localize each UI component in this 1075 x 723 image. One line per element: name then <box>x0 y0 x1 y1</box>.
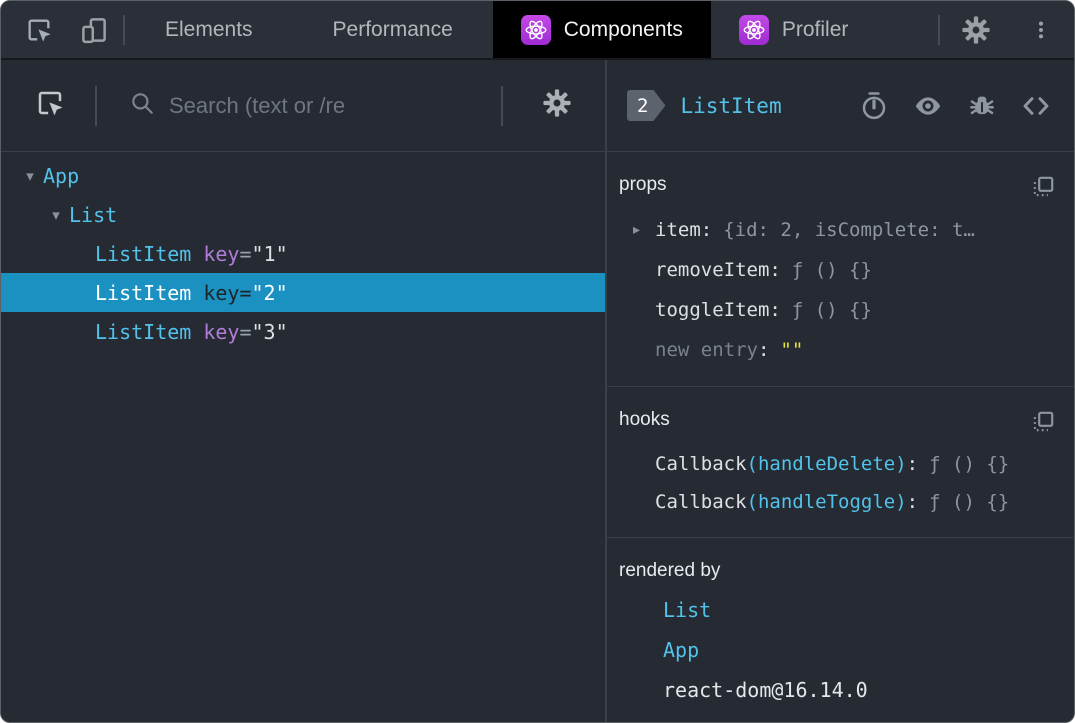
component-name: ListItem <box>95 280 192 305</box>
hooks-section: hooks Callback (handleDelete): ƒ () {} C… <box>607 387 1074 538</box>
inspect-element-icon[interactable] <box>1 1 65 58</box>
tab-label: Elements <box>165 17 253 41</box>
component-details-panel: 2 ListItem props ▸ item: {id: 2, isComp… <box>607 60 1074 722</box>
colon: : <box>700 219 713 241</box>
hooks-section-title: hooks <box>619 409 670 430</box>
devtools-tab-bar: Elements Performance Components Profiler <box>1 1 1074 60</box>
copy-hooks-icon[interactable] <box>1030 409 1056 435</box>
owner-link[interactable]: App <box>663 638 699 662</box>
search-icon <box>129 90 155 121</box>
component-name: List <box>69 202 118 227</box>
tree-row-app[interactable]: ▾ App <box>1 156 605 195</box>
hook-type: Callback <box>655 453 747 475</box>
expand-arrow-icon[interactable]: ▾ <box>17 167 43 185</box>
expand-arrow-icon[interactable]: ▸ <box>633 222 655 238</box>
renderer-version: react-dom@16.14.0 <box>663 678 868 702</box>
hook-type: Callback <box>655 491 747 513</box>
prop-value: ƒ () {} <box>791 299 872 321</box>
hook-row-handledelete[interactable]: Callback (handleDelete): ƒ () {} <box>619 445 1060 483</box>
equals-sign: = <box>239 241 252 266</box>
tab-profiler[interactable]: Profiler <box>711 1 877 58</box>
main-split: ▾ App ▾ List ListItemkey="1" ListItemkey… <box>1 60 1074 722</box>
owner-link[interactable]: List <box>663 598 711 622</box>
rendered-by-app[interactable]: App <box>619 630 1060 670</box>
new-entry-label: new entry <box>655 339 758 361</box>
hook-name: (handleToggle) <box>746 491 907 513</box>
rendered-by-section: rendered by List App react-dom@16.14.0 <box>607 538 1074 722</box>
prop-value: ƒ () {} <box>791 259 872 281</box>
expand-arrow-icon[interactable]: ▾ <box>43 206 69 224</box>
debug-bug-icon[interactable] <box>967 91 997 121</box>
component-name: ListItem <box>95 241 192 266</box>
key-attr-value: "1" <box>251 241 288 266</box>
equals-sign: = <box>239 280 252 305</box>
owners-stack-badge[interactable]: 2 <box>627 90 665 121</box>
prop-name: item <box>655 219 701 241</box>
prop-row-removeitem[interactable]: removeItem: ƒ () {} <box>619 250 1060 290</box>
prop-value: {id: 2, isComplete: t… <box>723 219 975 241</box>
hook-row-handletoggle[interactable]: Callback (handleToggle): ƒ () {} <box>619 483 1060 521</box>
device-toolbar-icon[interactable] <box>65 1 123 58</box>
rendered-by-react-dom: react-dom@16.14.0 <box>619 670 1060 710</box>
key-attr-name: key <box>203 280 240 305</box>
component-name: ListItem <box>95 319 192 344</box>
devtools-window: Elements Performance Components Profiler… <box>0 0 1075 723</box>
toolbar-divider <box>501 85 503 126</box>
tree-settings-gear-icon[interactable] <box>531 87 583 124</box>
props-section-title: props <box>619 174 667 195</box>
rendered-by-list[interactable]: List <box>619 590 1060 630</box>
settings-gear-icon[interactable] <box>940 14 1012 46</box>
view-source-code-icon[interactable] <box>1020 90 1052 122</box>
component-name: App <box>43 163 80 188</box>
more-options-kebab-icon[interactable] <box>1012 17 1074 43</box>
key-attr-name: key <box>203 241 240 266</box>
prop-row-new-entry[interactable]: new entry: "" <box>619 330 1060 370</box>
tree-row-list[interactable]: ▾ List <box>1 195 605 234</box>
equals-sign: = <box>239 319 252 344</box>
search-input[interactable] <box>169 92 487 119</box>
details-header: 2 ListItem <box>607 60 1074 152</box>
hook-value: ƒ () {} <box>929 453 1010 475</box>
prop-row-toggleitem[interactable]: toggleItem: ƒ () {} <box>619 290 1060 330</box>
tab-label: Components <box>563 17 683 41</box>
react-logo-icon <box>520 14 551 45</box>
colon: : <box>769 259 781 281</box>
prop-row-item[interactable]: ▸ item: {id: 2, isComplete: t… <box>619 210 1060 250</box>
inspect-dom-eye-icon[interactable] <box>912 90 944 122</box>
colon: : <box>906 453 919 475</box>
react-logo-icon <box>738 14 769 45</box>
tab-performance[interactable]: Performance <box>293 1 493 58</box>
colon: : <box>769 299 781 321</box>
tree-row-listitem-3[interactable]: ListItem key = "3" <box>1 312 605 351</box>
components-tree-panel: ▾ App ▾ List ListItemkey="1" ListItemkey… <box>1 60 607 722</box>
hook-value: ƒ () {} <box>929 491 1010 513</box>
key-attr-value: "3" <box>251 319 288 344</box>
new-entry-value[interactable]: "" <box>780 339 803 361</box>
key-attr-value: "2" <box>251 280 288 305</box>
tree-row-listitem-1[interactable]: ListItem key = "1" <box>1 234 605 273</box>
component-tree: ▾ App ▾ List ListItem key = "1" ListItem key… <box>1 152 605 722</box>
copy-props-icon[interactable] <box>1030 174 1056 200</box>
tab-elements[interactable]: Elements <box>125 1 293 58</box>
select-component-inspect-icon[interactable] <box>35 88 65 123</box>
colon: : <box>757 339 770 361</box>
tree-row-listitem-2-selected[interactable]: ListItem key = "2" <box>1 273 605 312</box>
selected-component-name: ListItem <box>680 93 782 118</box>
props-section: props ▸ item: {id: 2, isComplete: t… rem… <box>607 152 1074 387</box>
prop-name: removeItem <box>655 259 770 281</box>
tab-label: Performance <box>332 17 453 41</box>
tree-toolbar <box>1 60 605 152</box>
prop-name: toggleItem <box>655 299 770 321</box>
rendered-by-title: rendered by <box>619 560 721 581</box>
tab-components[interactable]: Components <box>492 1 711 58</box>
hook-name: (handleDelete) <box>746 453 907 475</box>
tab-label: Profiler <box>781 17 849 41</box>
colon: : <box>906 491 919 513</box>
suspend-timer-icon[interactable] <box>859 91 889 121</box>
toolbar-divider <box>95 85 97 126</box>
key-attr-name: key <box>203 319 240 344</box>
